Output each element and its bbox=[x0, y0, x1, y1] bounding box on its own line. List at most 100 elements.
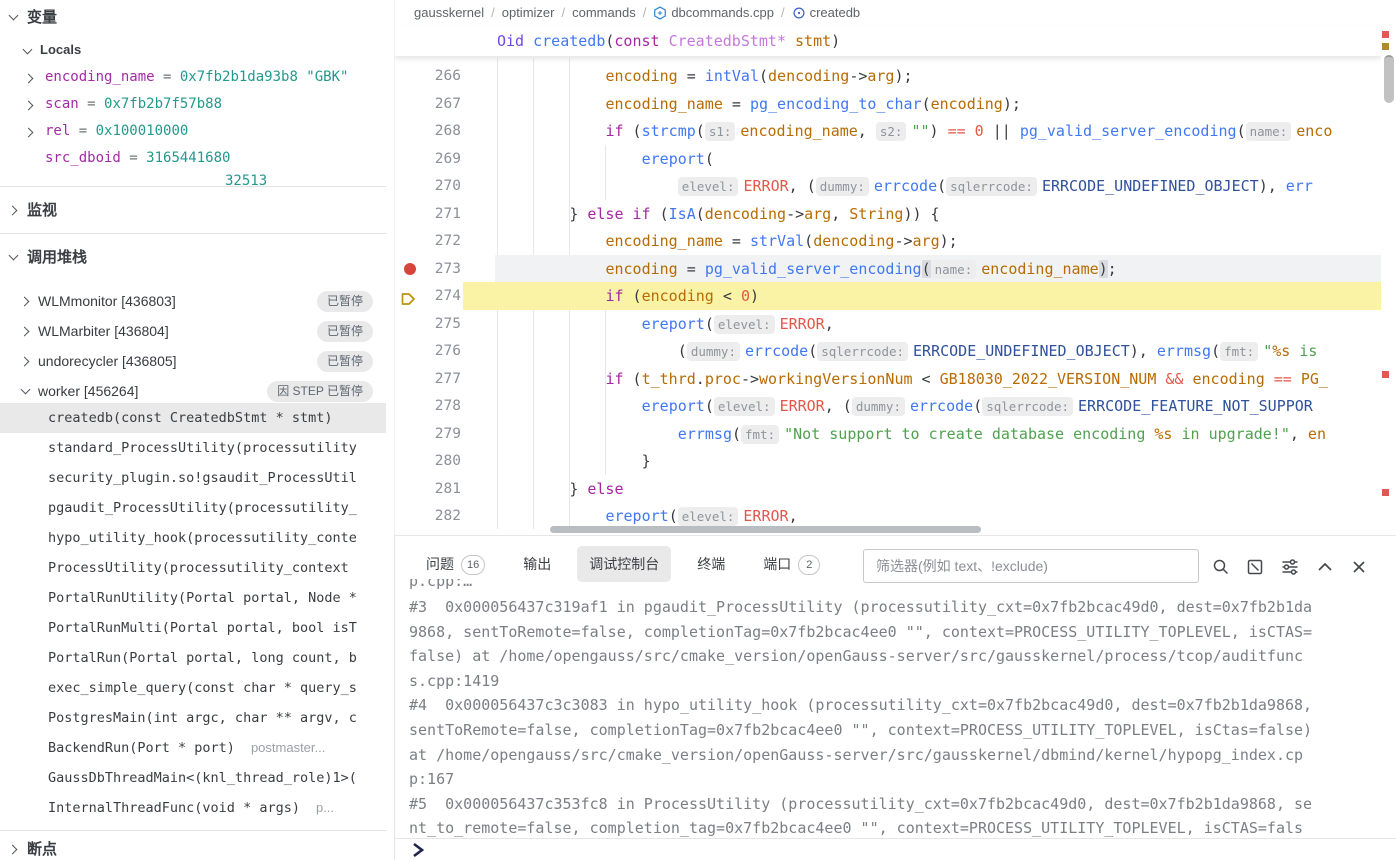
line-number[interactable]: 277 bbox=[415, 365, 461, 393]
code-token: } bbox=[569, 479, 588, 498]
horizontal-scrollbar[interactable] bbox=[550, 526, 981, 533]
code-line[interactable]: 278 ereport(elevel: ERROR, (dummy: errcode(… bbox=[395, 392, 1381, 420]
variable-row[interactable]: encoding_name = 0x7fb2b1da93b8 "GBK" bbox=[0, 64, 386, 91]
code-token: %s bbox=[1272, 342, 1291, 360]
breadcrumb-item[interactable]: optimizer bbox=[502, 5, 555, 20]
code-line[interactable]: 268 if (strcmp(s1: encoding_name, s2: "") =… bbox=[395, 117, 1381, 145]
chevron-right-icon[interactable] bbox=[20, 295, 32, 307]
stack-frame[interactable]: security_plugin.so!gsaudit_ProcessUtil bbox=[0, 463, 386, 493]
code-token: if bbox=[632, 204, 651, 223]
line-number[interactable]: 270 bbox=[415, 172, 461, 200]
code-text: encoding_name = pg_encoding_to_char(enco… bbox=[605, 90, 1020, 118]
stack-frame[interactable]: PortalRunMulti(Portal portal, bool isT bbox=[0, 613, 386, 643]
line-number[interactable]: 273 bbox=[415, 255, 461, 283]
line-number[interactable]: 267 bbox=[415, 90, 461, 118]
stack-frame[interactable]: createdb(const CreatedbStmt * stmt) bbox=[0, 403, 386, 433]
code-token: && bbox=[1165, 369, 1184, 388]
scrollbar-thumb[interactable] bbox=[1384, 55, 1394, 103]
line-number[interactable]: 276 bbox=[415, 337, 461, 365]
stack-frame[interactable]: standard_ProcessUtility(processutility bbox=[0, 433, 386, 463]
line-number[interactable]: 274 bbox=[415, 282, 461, 310]
variable-row[interactable]: src_dboid = 3165441680 bbox=[0, 145, 386, 172]
code-line[interactable]: 281} else bbox=[395, 475, 1381, 503]
chevron-right-icon[interactable] bbox=[20, 325, 32, 337]
stack-frame[interactable]: PostgresMain(int argc, char ** argv, c bbox=[0, 703, 386, 733]
chevron-right-icon[interactable] bbox=[24, 126, 36, 138]
variable-row-clipped[interactable]: 32513 bbox=[0, 172, 386, 186]
variable-row[interactable]: scan = 0x7fb2b7f57b88 bbox=[0, 91, 386, 118]
line-number[interactable]: 275 bbox=[415, 310, 461, 338]
variable-row[interactable]: rel = 0x100010000 bbox=[0, 118, 386, 145]
line-number[interactable]: 279 bbox=[415, 420, 461, 448]
thread-status-badge: 已暂停 bbox=[316, 291, 373, 312]
code-line[interactable]: 273 encoding = pg_valid_server_encoding(n… bbox=[395, 254, 1381, 283]
breadcrumb-item[interactable]: createdb bbox=[810, 5, 861, 20]
stack-frame[interactable]: exec_simple_query(const char * query_s bbox=[0, 673, 386, 703]
thread-row[interactable]: WLMmonitor [436803] 已暂停 bbox=[0, 286, 386, 316]
chevron-right-icon[interactable] bbox=[24, 99, 36, 111]
line-number[interactable]: 282 bbox=[415, 502, 461, 530]
code-line[interactable]: 274 if (encoding < 0) bbox=[395, 282, 1381, 310]
chevron-down-icon[interactable] bbox=[22, 45, 34, 57]
code-line[interactable]: 275 ereport(elevel: ERROR, bbox=[395, 310, 1381, 338]
chevron-right-icon[interactable] bbox=[20, 355, 32, 367]
code-line[interactable]: 267 encoding_name = pg_encoding_to_char(e… bbox=[395, 90, 1381, 118]
stack-frame[interactable]: ProcessUtility(processutility_context bbox=[0, 553, 386, 583]
thread-row[interactable]: worker [456264] 因 STEP 已暂停 bbox=[0, 376, 386, 406]
line-number[interactable]: 269 bbox=[415, 145, 461, 173]
code-token: ( bbox=[1211, 342, 1221, 360]
line-number[interactable]: 281 bbox=[415, 475, 461, 503]
thread-row[interactable]: WLMarbiter [436804] 已暂停 bbox=[0, 316, 386, 346]
variable-name: rel bbox=[45, 123, 71, 139]
stack-frame-label: pgaudit_ProcessUtility(processutility_ bbox=[48, 500, 357, 516]
chevron-right-icon[interactable] bbox=[8, 843, 20, 855]
line-number[interactable]: 272 bbox=[415, 227, 461, 255]
chevron-down-icon[interactable] bbox=[20, 385, 32, 397]
code-line[interactable]: 271} else if (IsA(dencoding->arg, String… bbox=[395, 200, 1381, 228]
stack-frame[interactable]: hypo_utility_hook(processutility_conte bbox=[0, 523, 386, 553]
stack-frame[interactable]: PortalRun(Portal portal, long count, b bbox=[0, 643, 386, 673]
line-number[interactable]: 278 bbox=[415, 392, 461, 420]
thread-row[interactable]: undorecycler [436805] 已暂停 bbox=[0, 346, 386, 376]
code-line[interactable]: 270 elevel: ERROR, (dummy: errcode(sqlerrco… bbox=[395, 172, 1381, 200]
stack-frame[interactable]: GaussDbThreadMain<(knl_thread_role)1>( bbox=[0, 763, 386, 793]
code-line[interactable]: 272 encoding_name = strVal(dencoding->arg… bbox=[395, 227, 1381, 255]
console-line: 9868, sentToRemote=false, completionTag=… bbox=[409, 622, 1313, 641]
chevron-right-icon[interactable] bbox=[8, 204, 20, 216]
breakpoints-section-header[interactable]: 断点 bbox=[0, 837, 386, 860]
console-line: at /home/opengauss/src/cmake_version/ope… bbox=[409, 745, 1304, 764]
breadcrumb-item[interactable]: commands bbox=[572, 5, 636, 20]
code-line[interactable]: 280} bbox=[395, 447, 1381, 475]
code-line[interactable]: 276(dummy: errcode(sqlerrcode: ERRCODE_UND… bbox=[395, 337, 1381, 365]
code-line[interactable]: 269 ereport( bbox=[395, 145, 1381, 173]
line-number[interactable]: 271 bbox=[415, 200, 461, 228]
chevron-down-icon[interactable] bbox=[8, 251, 20, 263]
line-number[interactable]: 266 bbox=[415, 62, 461, 90]
code-text: if (strcmp(s1: encoding_name, s2: "") == 0… bbox=[605, 117, 1332, 145]
code-token: encoding bbox=[605, 259, 678, 278]
code-token: ) bbox=[1098, 259, 1108, 278]
callstack-section-header[interactable]: 调用堆栈 bbox=[0, 245, 386, 269]
console-prompt-chevron-icon[interactable] bbox=[411, 842, 425, 860]
sticky-function-header[interactable]: Oid createdb(const CreatedbStmt* stmt) bbox=[395, 26, 1381, 56]
line-number[interactable]: 280 bbox=[415, 447, 461, 475]
code-line[interactable]: 277 if (t_thrd.proc->workingVersionNum < … bbox=[395, 365, 1381, 393]
chevron-right-icon[interactable] bbox=[24, 72, 36, 84]
stack-frame[interactable]: InternalThreadFunc(void * args) p... bbox=[0, 793, 386, 823]
line-number[interactable]: 268 bbox=[415, 117, 461, 145]
variables-section-header[interactable]: 变量 bbox=[0, 5, 386, 29]
code-token: = bbox=[677, 67, 705, 85]
code-token: , bbox=[824, 314, 834, 333]
code-line[interactable]: 266 encoding = intVal(dencoding->arg); bbox=[395, 62, 1381, 90]
breadcrumb-item[interactable]: gausskernel bbox=[414, 5, 484, 20]
code-token: , ( bbox=[824, 397, 852, 415]
breadcrumb-item[interactable]: dbcommands.cpp bbox=[671, 5, 774, 20]
overview-ruler[interactable] bbox=[1381, 0, 1396, 535]
stack-frame[interactable]: BackendRun(Port * port) postmaster... bbox=[0, 733, 386, 763]
code-line[interactable]: 279 errmsg(fmt: "Not support to create dat… bbox=[395, 420, 1381, 448]
chevron-down-icon[interactable] bbox=[8, 11, 20, 23]
watch-section-header[interactable]: 监视 bbox=[0, 198, 386, 222]
locals-group-header[interactable]: Locals bbox=[0, 40, 386, 64]
stack-frame[interactable]: PortalRunUtility(Portal portal, Node * bbox=[0, 583, 386, 613]
stack-frame[interactable]: pgaudit_ProcessUtility(processutility_ bbox=[0, 493, 386, 523]
